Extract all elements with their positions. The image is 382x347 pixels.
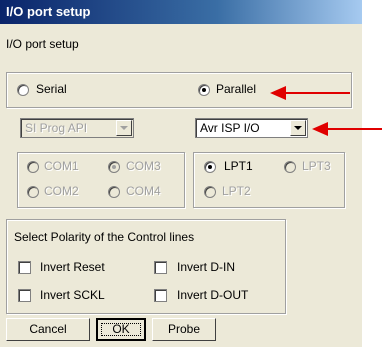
- dropdown-arrow-icon[interactable]: [290, 120, 306, 136]
- parallel-api-select[interactable]: Avr ISP I/O: [195, 118, 308, 138]
- lpt1-radio[interactable]: [204, 161, 216, 173]
- lpt1-label[interactable]: LPT1: [224, 159, 253, 173]
- ok-button[interactable]: OK: [96, 318, 146, 341]
- annotation-arrow-icon: [312, 122, 382, 136]
- lpt3-label: LPT3: [302, 159, 331, 173]
- invert-sckl-checkbox[interactable]: [18, 289, 31, 302]
- window-title: I/O port setup: [6, 4, 91, 19]
- invert-dout-checkbox[interactable]: [154, 289, 167, 302]
- polarity-title: Select Polarity of the Control lines: [14, 230, 195, 244]
- parallel-api-value: Avr ISP I/O: [200, 121, 260, 135]
- serial-label[interactable]: Serial: [36, 82, 67, 96]
- invert-sckl-label[interactable]: Invert SCKL: [40, 288, 105, 302]
- lpt2-label: LPT2: [222, 184, 251, 198]
- cancel-button[interactable]: Cancel: [6, 318, 90, 341]
- invert-din-label[interactable]: Invert D-IN: [177, 260, 235, 274]
- io-port-setup-dialog: I/O port setup I/O port setup Serial Par…: [0, 0, 363, 347]
- com2-label: COM2: [44, 184, 79, 198]
- lpt2-radio: [204, 186, 216, 198]
- dropdown-arrow-icon: [116, 120, 132, 136]
- cancel-button-label: Cancel: [29, 322, 67, 336]
- invert-reset-label[interactable]: Invert Reset: [40, 260, 105, 274]
- probe-button[interactable]: Probe: [152, 318, 216, 341]
- serial-api-select: SI Prog API: [20, 118, 134, 138]
- lpt3-radio: [284, 161, 296, 173]
- invert-reset-checkbox[interactable]: [18, 261, 31, 274]
- com3-radio: [108, 161, 120, 173]
- serial-radio[interactable]: [17, 84, 29, 96]
- com4-label: COM4: [126, 184, 161, 198]
- com1-radio: [27, 161, 39, 173]
- annotation-arrow-icon: [270, 86, 350, 100]
- com2-radio: [27, 186, 39, 198]
- com3-label: COM3: [126, 159, 161, 173]
- com1-label: COM1: [44, 159, 79, 173]
- dialog-header-label: I/O port setup: [6, 37, 79, 51]
- parallel-radio[interactable]: [198, 84, 210, 96]
- invert-din-checkbox[interactable]: [154, 261, 167, 274]
- title-bar: I/O port setup: [0, 0, 362, 24]
- com4-radio: [108, 186, 120, 198]
- parallel-label[interactable]: Parallel: [216, 82, 256, 96]
- probe-button-label: Probe: [167, 322, 201, 336]
- invert-dout-label[interactable]: Invert D-OUT: [177, 288, 248, 302]
- serial-api-value: SI Prog API: [25, 121, 88, 135]
